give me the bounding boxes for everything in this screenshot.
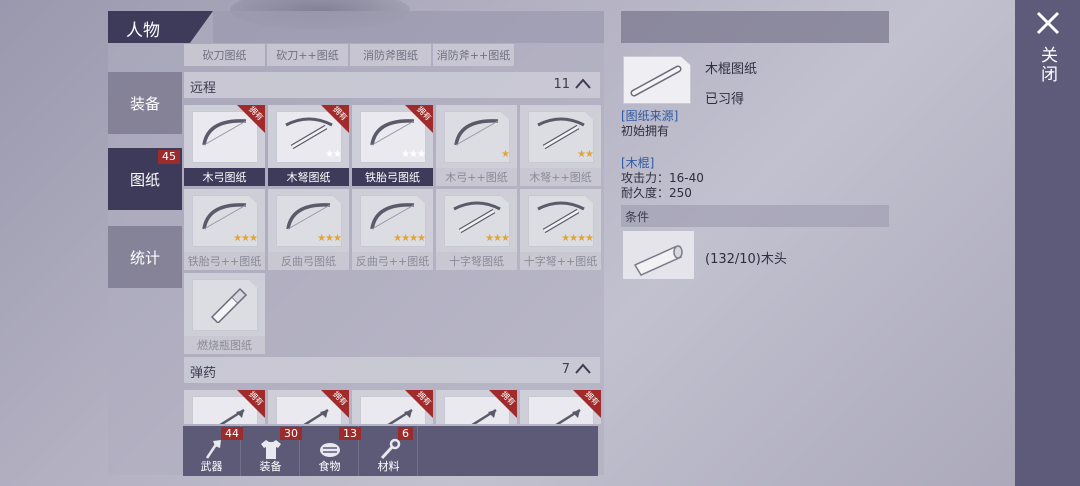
category-badge: 6 [398, 427, 413, 440]
chevron-up-icon[interactable] [574, 361, 592, 377]
blueprint-card[interactable]: 拥有 [520, 390, 601, 424]
blueprint-card[interactable]: 拥有 木弓图纸 [184, 105, 265, 186]
food-icon [320, 443, 340, 457]
blueprint-label: 木弓++图纸 [436, 168, 517, 186]
side-tab-label: 统计 [129, 248, 160, 267]
category-badge: 13 [339, 427, 361, 440]
blueprint-card[interactable]: ★★★ 十字弩图纸 [436, 189, 517, 270]
blueprint-label: 反曲弓++图纸 [352, 252, 433, 270]
wrench-icon [380, 438, 401, 460]
arrow-icon [471, 408, 497, 424]
arrow-icon [303, 408, 329, 424]
blueprint-card[interactable]: ★★★ 拥有 铁胎弓图纸 [352, 105, 433, 186]
blueprint-card-label[interactable]: 消防斧图纸 [350, 44, 431, 66]
rarity-stars: ★ [501, 149, 510, 160]
condition-header: 条件 [621, 205, 889, 227]
blueprint-list[interactable]: 砍刀图纸 砍刀++图纸 消防斧图纸 消防斧++图纸 远程 11 拥有 木弓图纸 ★★… [183, 44, 601, 424]
blueprint-label: 木弓图纸 [184, 168, 265, 186]
category-badge: 30 [280, 427, 302, 440]
axe-icon [205, 440, 221, 459]
category-label: 材料 [377, 460, 400, 473]
blueprint-card[interactable]: 拥有 [268, 390, 349, 424]
blueprint-count-badge: 45 [158, 150, 180, 164]
category-badge: 44 [221, 427, 243, 440]
section-title: 弹药 [190, 366, 217, 381]
blueprint-label: 反曲弓图纸 [268, 252, 349, 270]
blueprint-label: 十字弩图纸 [436, 252, 517, 270]
section-title: 远程 [190, 81, 217, 96]
blueprint-card[interactable]: ★★★ 铁胎弓++图纸 [184, 189, 265, 270]
detail-header [621, 11, 889, 43]
stick-blueprint-icon [623, 56, 691, 104]
blueprint-card-label[interactable]: 砍刀++图纸 [267, 44, 348, 66]
category-label: 食物 [318, 460, 341, 473]
rarity-stars: ★★★ [401, 149, 426, 160]
rarity-stars: ★★ [577, 149, 594, 160]
blueprint-card[interactable]: 拥有 [352, 390, 433, 424]
detail-source-value: 初始拥有 [621, 124, 670, 138]
chevron-up-icon[interactable] [574, 76, 592, 92]
rarity-stars: ★★★ [317, 233, 342, 244]
side-tab-blueprints[interactable]: 图纸 45 [108, 148, 182, 210]
arrow-icon [555, 408, 581, 424]
shirt-icon [261, 440, 281, 459]
bottle-icon [210, 287, 248, 323]
category-label: 装备 [259, 460, 282, 473]
rarity-stars: ★★★★ [561, 233, 594, 244]
stick-icon [630, 65, 682, 97]
section-ranged-header[interactable]: 远程 11 [184, 72, 600, 98]
rarity-stars: ★★ [325, 149, 342, 160]
side-tab-equipment[interactable]: 装备 [108, 72, 182, 134]
side-tab-label: 装备 [129, 94, 160, 113]
blueprint-card-label[interactable]: 消防斧++图纸 [433, 44, 514, 66]
category-equipment[interactable]: 30 装备 [242, 426, 302, 476]
section-count: 7 [561, 362, 570, 377]
blueprint-card[interactable]: 燃烧瓶图纸 [184, 273, 265, 354]
close-label[interactable]: 关闭 [1035, 46, 1060, 84]
blueprint-card[interactable]: ★★★★ 十字弩++图纸 [520, 189, 601, 270]
previous-row-labels: 砍刀图纸 砍刀++图纸 消防斧图纸 消防斧++图纸 [184, 44, 514, 66]
section-ammo-header[interactable]: 弹药 7 [184, 357, 600, 383]
panel-title: 人物 [126, 21, 160, 41]
category-label: 武器 [200, 460, 223, 473]
detail-status: 已习得 [705, 92, 745, 107]
bow-icon [454, 119, 499, 146]
arrow-icon [387, 408, 413, 424]
rarity-stars: ★★★ [233, 233, 258, 244]
panel-header-strip [213, 11, 604, 43]
blueprint-label: 铁胎弓图纸 [352, 168, 433, 186]
blueprint-label: 十字弩++图纸 [520, 252, 601, 270]
blueprint-card[interactable]: ★★ 木弩++图纸 [520, 105, 601, 186]
category-bar: 44 武器 30 装备 13 食物 6 材料 [183, 426, 598, 476]
bow-icon [202, 119, 247, 146]
blueprint-card[interactable]: ★ 木弓++图纸 [436, 105, 517, 186]
blueprint-card[interactable]: ★★★★ 反曲弓++图纸 [352, 189, 433, 270]
blueprint-label: 木弩图纸 [268, 168, 349, 186]
category-materials[interactable]: 6 材料 [360, 426, 418, 476]
detail-durability: 耐久度：250 [621, 186, 692, 200]
blueprint-card[interactable]: ★★★ 反曲弓图纸 [268, 189, 349, 270]
section-count: 11 [553, 77, 570, 92]
arrow-icon [219, 408, 245, 424]
condition-text: (132/10)木头 [705, 252, 787, 267]
blueprint-card[interactable]: 拥有 [184, 390, 265, 424]
side-tab-statistics[interactable]: 统计 [108, 226, 182, 288]
blueprint-label: 铁胎弓++图纸 [184, 252, 265, 270]
blueprint-card[interactable]: 拥有 [436, 390, 517, 424]
category-food[interactable]: 13 食物 [301, 426, 361, 476]
side-tab-label: 图纸 [129, 170, 160, 189]
blueprint-label: 木弩++图纸 [520, 168, 601, 186]
category-weapons[interactable]: 44 武器 [183, 426, 243, 476]
wood-icon [623, 231, 694, 279]
blueprint-card[interactable]: ★★ 拥有 木弩图纸 [268, 105, 349, 186]
blueprint-card-label[interactable]: 砍刀图纸 [184, 44, 265, 66]
blueprint-label: 燃烧瓶图纸 [184, 336, 265, 354]
detail-title: 木棍图纸 [705, 62, 758, 77]
rarity-stars: ★★★ [485, 233, 510, 244]
rarity-stars: ★★★★ [393, 233, 426, 244]
close-icon[interactable] [1033, 8, 1063, 38]
